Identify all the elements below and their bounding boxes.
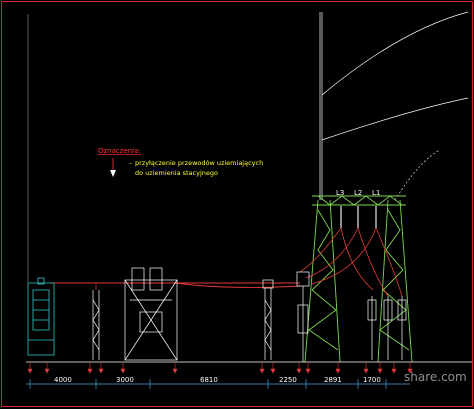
legend-dash: – bbox=[129, 159, 132, 167]
phase-label-l1: L1 bbox=[372, 189, 380, 197]
legend-line-1: przyłączenie przewodów uziemiających bbox=[135, 159, 263, 167]
instrument-transformer bbox=[262, 279, 274, 360]
dimension-2891: 2891 bbox=[324, 376, 342, 384]
dimension-6810: 6810 bbox=[200, 376, 218, 384]
circuit-breaker bbox=[124, 267, 178, 361]
legend-title: Oznaczenia: bbox=[98, 147, 141, 155]
dimension-4000: 4000 bbox=[54, 376, 72, 384]
dimension-2250: 2250 bbox=[279, 376, 297, 384]
substation-drawing: Oznaczenia: – przyłączenie przewodów uzi… bbox=[1, 1, 473, 407]
earthing-arrow-icon bbox=[110, 170, 116, 177]
earthing-arrows bbox=[27, 362, 413, 374]
power-transformer bbox=[27, 277, 55, 356]
legend: Oznaczenia: – przyłączenie przewodów uzi… bbox=[98, 147, 263, 177]
overhead-line-dashed bbox=[394, 149, 441, 201]
dimension-line bbox=[26, 379, 410, 389]
earth-wire-mast bbox=[319, 11, 469, 200]
phase-label-l3: L3 bbox=[336, 189, 344, 197]
apparatus-post-1 bbox=[92, 283, 100, 360]
watermark: share.com bbox=[404, 370, 467, 384]
dimension-3000: 3000 bbox=[116, 376, 134, 384]
disconnector bbox=[296, 271, 310, 362]
dimension-1700: 1700 bbox=[363, 376, 381, 384]
legend-line-2: do uziemienia stacyjnego bbox=[135, 169, 218, 177]
phase-label-l2: L2 bbox=[354, 189, 362, 197]
insulator-strings bbox=[340, 206, 377, 228]
